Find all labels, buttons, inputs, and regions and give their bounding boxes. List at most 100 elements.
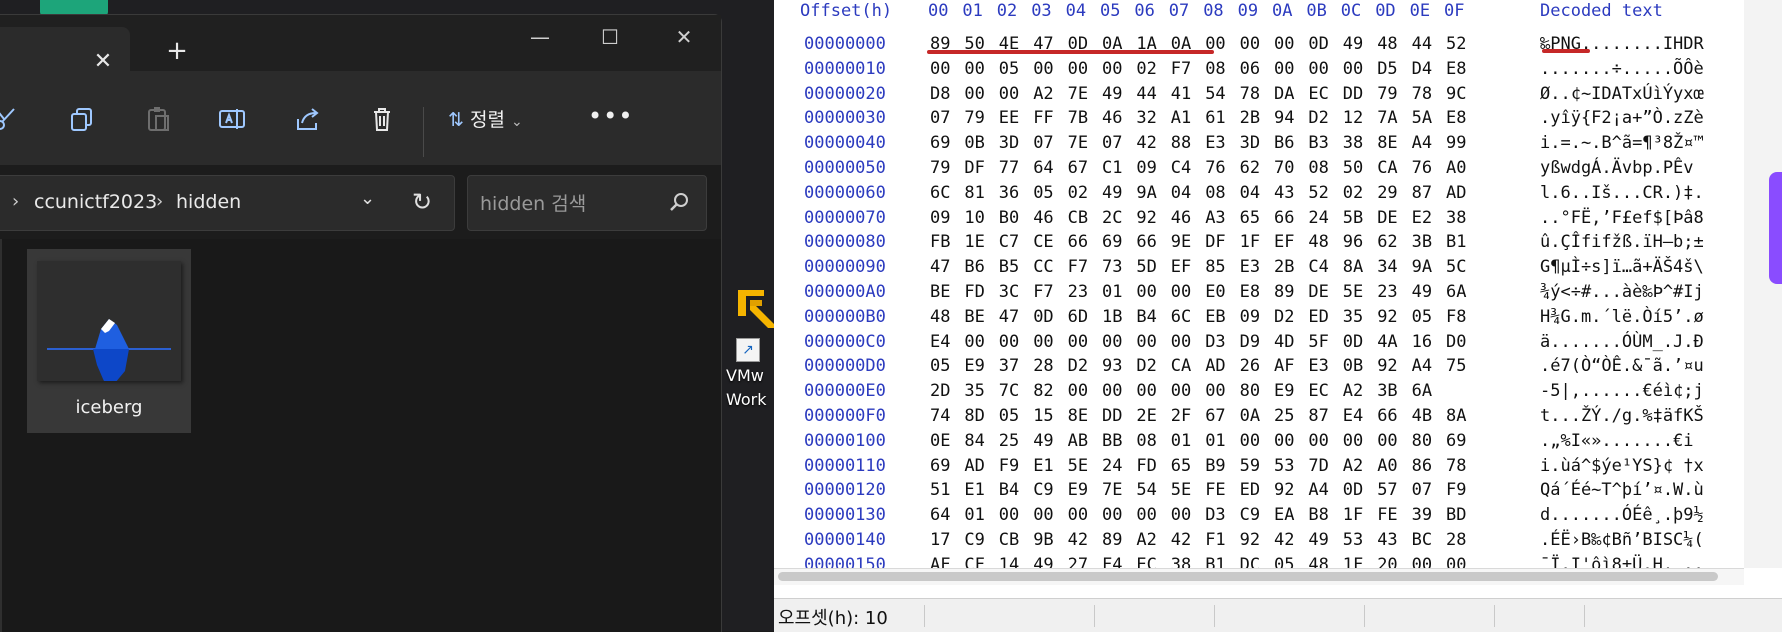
hex-byte[interactable]: 10 (964, 206, 984, 231)
hex-byte[interactable]: 02 (1068, 181, 1088, 206)
hex-byte[interactable]: 42 (1068, 528, 1088, 553)
hex-byte[interactable]: D9 (1240, 330, 1260, 355)
hex-byte[interactable]: 49 (1343, 32, 1363, 57)
hex-byte[interactable]: 57 (1377, 478, 1397, 503)
hex-byte[interactable]: CA (1171, 354, 1191, 379)
hex-byte[interactable]: 80 (1412, 429, 1432, 454)
hex-byte[interactable]: 09 (1136, 156, 1156, 181)
hex-byte[interactable]: E9 (1068, 478, 1088, 503)
hex-byte[interactable]: FE (1205, 478, 1225, 503)
hex-byte[interactable]: 66 (1377, 404, 1397, 429)
hex-byte[interactable]: A2 (1136, 528, 1156, 553)
hex-byte[interactable]: 78 (1412, 82, 1432, 107)
hex-byte[interactable]: C7 (999, 230, 1019, 255)
hex-byte[interactable]: 66 (1274, 206, 1294, 231)
hex-byte[interactable]: 00 (1102, 57, 1122, 82)
decoded-text[interactable]: H¾G.m.´lë.Òí5’.ø (1540, 305, 1704, 330)
hex-byte[interactable]: 1F (1343, 503, 1363, 528)
hex-byte[interactable]: 14 (999, 553, 1019, 568)
hex-byte[interactable]: E3 (1308, 354, 1328, 379)
hex-byte[interactable]: 2B (1240, 106, 1260, 131)
hex-byte[interactable]: EB (1205, 305, 1225, 330)
hex-byte[interactable]: 09 (930, 206, 950, 231)
hex-byte[interactable]: 2B (1274, 255, 1294, 280)
hex-byte[interactable]: FD (1136, 454, 1156, 479)
hex-byte[interactable]: 35 (964, 379, 984, 404)
hex-byte[interactable]: E4 (930, 330, 950, 355)
hex-byte[interactable]: 9A (1412, 255, 1432, 280)
decoded-text[interactable]: ¯Ï.I'ôì8±Ü.H. .. (1540, 553, 1704, 568)
hex-byte[interactable]: 00 (1240, 429, 1260, 454)
decoded-text[interactable]: t...ŽÝ./g.%‡äfKŠ (1540, 404, 1704, 429)
hex-byte[interactable]: 49 (1033, 553, 1053, 568)
hex-byte[interactable]: 01 (1171, 429, 1191, 454)
hex-byte[interactable]: 6C (930, 181, 950, 206)
hex-byte[interactable]: 67 (1068, 156, 1088, 181)
hex-byte[interactable]: 7E (1102, 478, 1122, 503)
hex-byte[interactable]: 8D (964, 404, 984, 429)
hex-byte[interactable]: FE (1377, 503, 1397, 528)
hex-byte[interactable]: 05 (1274, 553, 1294, 568)
hex-byte[interactable]: 9C (1446, 82, 1466, 107)
address-bar[interactable]: › ccunictf2023 › hidden ⌄ ↻ (0, 175, 455, 231)
hex-byte[interactable]: 3D (1240, 131, 1260, 156)
hex-byte[interactable]: 16 (1412, 330, 1432, 355)
breadcrumb-ccunictf2023[interactable]: ccunictf2023 (34, 191, 157, 213)
breadcrumb-hidden[interactable]: hidden (176, 191, 241, 213)
file-item-iceberg[interactable]: iceberg (27, 249, 191, 433)
hex-byte[interactable]: 35 (1343, 305, 1363, 330)
hex-byte[interactable]: 92 (1377, 305, 1397, 330)
decoded-text[interactable]: ‰PNG........IHDR (1540, 32, 1704, 57)
hex-byte[interactable]: A0 (1446, 156, 1466, 181)
hex-byte[interactable]: DA (1274, 82, 1294, 107)
hex-byte[interactable]: 86 (1412, 454, 1432, 479)
hex-byte[interactable]: 4A (1377, 330, 1397, 355)
hex-byte[interactable]: 42 (1136, 131, 1156, 156)
hex-byte[interactable]: 3B (1377, 379, 1397, 404)
hex-byte[interactable]: 05 (999, 57, 1019, 82)
hex-byte[interactable]: CC (1033, 255, 1053, 280)
hex-byte[interactable]: 00 (1033, 57, 1053, 82)
hex-row[interactable]: 00000030 07 79 EE FF 7B 46 32 A1 61 2B 94 D2 12 7A 5A E8… (774, 106, 1744, 131)
hex-byte[interactable]: 28 (1446, 528, 1466, 553)
hex-byte[interactable]: CB (999, 528, 1019, 553)
hex-byte[interactable]: C9 (1240, 503, 1260, 528)
hex-row[interactable]: 00000100 0E 84 25 49 AB BB 08 01 01 00 00 00 00 00 80 69… (774, 429, 1744, 454)
hex-byte[interactable]: 32 (1136, 106, 1156, 131)
hex-byte[interactable]: 00 (964, 330, 984, 355)
hex-byte[interactable]: 48 (930, 305, 950, 330)
rename-icon[interactable] (218, 105, 246, 133)
hex-byte[interactable]: 6C (1171, 305, 1191, 330)
hex-byte[interactable]: 5E (1343, 280, 1363, 305)
hex-byte[interactable]: 20 (1377, 553, 1397, 568)
hex-byte[interactable]: 0D (1308, 32, 1328, 57)
decoded-text[interactable]: G¶µÌ÷s]ï…ã+ÄŠ4š\ (1540, 255, 1704, 280)
hex-byte[interactable]: 07 (1412, 478, 1432, 503)
hex-byte[interactable]: 05 (1412, 305, 1432, 330)
hex-byte[interactable]: 34 (1377, 255, 1397, 280)
hex-byte[interactable]: 92 (1274, 478, 1294, 503)
hex-byte[interactable]: B1 (1205, 553, 1225, 568)
hex-byte[interactable]: 1F (1240, 230, 1260, 255)
hex-byte[interactable]: EF (1274, 230, 1294, 255)
hex-byte[interactable]: 00 (1171, 503, 1191, 528)
horizontal-scrollbar[interactable] (774, 568, 1744, 585)
decoded-text[interactable]: yßwdgÁ.Ävbp.PÊv (1540, 156, 1704, 181)
hex-byte[interactable]: 82 (1033, 379, 1053, 404)
hex-byte[interactable]: E1 (964, 478, 984, 503)
hex-byte[interactable]: E9 (964, 354, 984, 379)
hex-byte[interactable]: 73 (1102, 255, 1122, 280)
hex-byte[interactable]: 48 (1308, 553, 1328, 568)
hex-byte[interactable]: 89 (1274, 280, 1294, 305)
hex-byte[interactable]: 7B (1068, 106, 1088, 131)
decoded-text[interactable]: l.6..Iš...CR.)‡. (1540, 181, 1704, 206)
hex-byte[interactable]: 25 (999, 429, 1019, 454)
hex-byte[interactable]: F7 (1171, 57, 1191, 82)
hex-byte[interactable]: B4 (1136, 305, 1156, 330)
hex-byte[interactable]: BE (964, 305, 984, 330)
hex-byte[interactable]: D2 (1136, 354, 1156, 379)
hex-byte[interactable]: 0B (1343, 354, 1363, 379)
hex-row[interactable]: 00000110 69 AD F9 E1 5E 24 FD 65 B9 59 53 7D A2 A0 86 78… (774, 454, 1744, 479)
hex-byte[interactable]: 1F (1343, 553, 1363, 568)
hex-row[interactable]: 00000080 FB 1E C7 CE 66 69 66 9E DF 1F EF 48 96 62 3B B1… (774, 230, 1744, 255)
